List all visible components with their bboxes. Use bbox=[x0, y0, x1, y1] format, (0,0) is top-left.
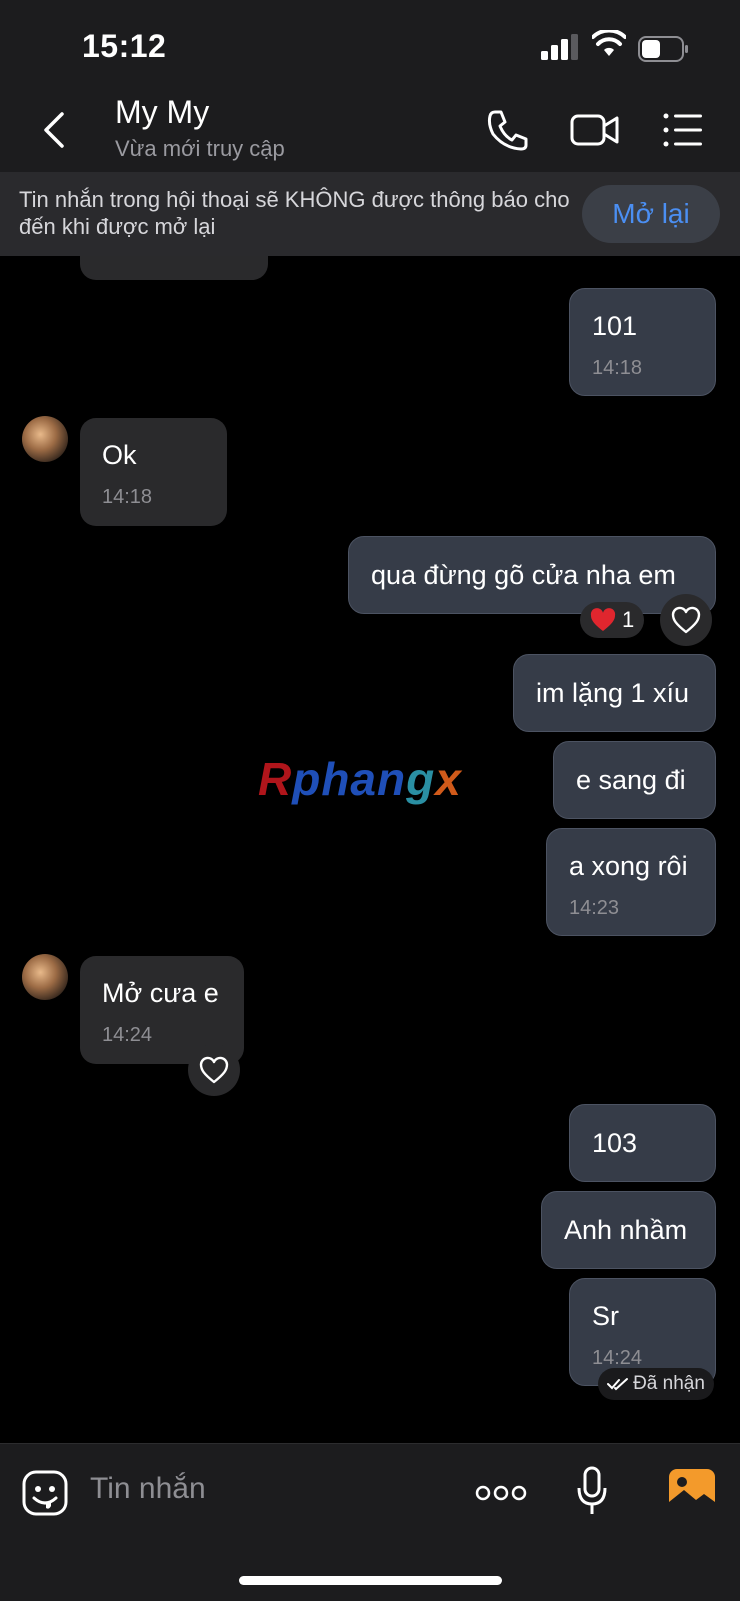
mute-banner-text: Tin nhắn trong hội thoại sẽ KHÔNG được t… bbox=[19, 187, 570, 239]
heart-filled-icon bbox=[590, 608, 616, 631]
contact-status: Vừa mới truy cập bbox=[115, 136, 285, 161]
back-icon[interactable] bbox=[36, 108, 76, 152]
signal-icon bbox=[541, 34, 578, 60]
message-time: 14:24 bbox=[592, 1347, 643, 1369]
double-check-icon bbox=[607, 1378, 629, 1391]
message-outgoing[interactable]: 103 bbox=[569, 1104, 716, 1182]
heart-outline-icon bbox=[671, 606, 701, 634]
contact-name[interactable]: My My bbox=[115, 94, 209, 131]
battery-icon bbox=[638, 36, 688, 62]
contact-avatar[interactable] bbox=[22, 954, 68, 1000]
message-time: 14:18 bbox=[102, 486, 153, 508]
message-text: e sang đi bbox=[576, 765, 686, 795]
message-text: Sr bbox=[592, 1301, 619, 1331]
message-incoming[interactable]: Ok 14:18 bbox=[80, 418, 227, 526]
mute-banner: Tin nhắn trong hội thoại sẽ KHÔNG được t… bbox=[0, 172, 740, 256]
heart-outline-icon bbox=[199, 1056, 229, 1084]
delivered-status: Đã nhận bbox=[598, 1368, 714, 1400]
more-options-icon[interactable] bbox=[475, 1482, 527, 1504]
watermark-logo: Rphangx bbox=[258, 753, 462, 805]
react-heart-button[interactable] bbox=[188, 1044, 240, 1096]
message-outgoing[interactable]: 101 14:18 bbox=[569, 288, 716, 396]
message-text: im lặng 1 xíu bbox=[536, 678, 690, 708]
message-time: 14:23 bbox=[569, 897, 620, 919]
message-outgoing[interactable]: Anh nhầm bbox=[541, 1191, 716, 1269]
message-time: 14:24 bbox=[102, 1024, 153, 1046]
video-call-icon[interactable] bbox=[570, 108, 620, 152]
message-outgoing[interactable]: a xong rôi 14:23 bbox=[546, 828, 716, 936]
message-outgoing[interactable]: qua đừng gõ cửa nha em bbox=[348, 536, 716, 614]
message-outgoing[interactable]: im lặng 1 xíu bbox=[513, 654, 716, 732]
wifi-icon bbox=[592, 30, 626, 56]
message-outgoing[interactable]: e sang đi bbox=[553, 741, 716, 819]
status-bar: 15:12 bbox=[0, 0, 740, 90]
microphone-icon[interactable] bbox=[576, 1466, 608, 1516]
message-text: Mở cưa e bbox=[102, 978, 219, 1008]
message-text: qua đừng gõ cửa nha em bbox=[371, 560, 676, 590]
home-indicator[interactable] bbox=[239, 1576, 502, 1585]
react-heart-button[interactable] bbox=[660, 594, 712, 646]
message-text: Anh nhầm bbox=[564, 1215, 688, 1245]
reaction-badge[interactable]: 1 bbox=[580, 602, 645, 638]
reaction-count: 1 bbox=[622, 607, 635, 632]
reopen-notifications-button[interactable]: Mở lại bbox=[582, 185, 720, 243]
menu-list-icon[interactable] bbox=[662, 108, 704, 152]
message-text: 103 bbox=[592, 1128, 638, 1158]
clock: 15:12 bbox=[82, 28, 167, 64]
chat-header: My My Vừa mới truy cập bbox=[0, 90, 740, 172]
message-time: 14:18 bbox=[592, 357, 643, 379]
message-text: 101 bbox=[592, 311, 638, 341]
sticker-icon[interactable] bbox=[22, 1470, 68, 1516]
gallery-image-icon[interactable] bbox=[668, 1468, 716, 1512]
message-text: Ok bbox=[102, 440, 137, 470]
contact-avatar[interactable] bbox=[22, 416, 68, 462]
message-input[interactable]: Tin nhắn bbox=[90, 1472, 206, 1506]
delivered-label: Đã nhận bbox=[633, 1373, 705, 1394]
phone-icon[interactable] bbox=[486, 108, 528, 152]
message-text: a xong rôi bbox=[569, 851, 688, 881]
